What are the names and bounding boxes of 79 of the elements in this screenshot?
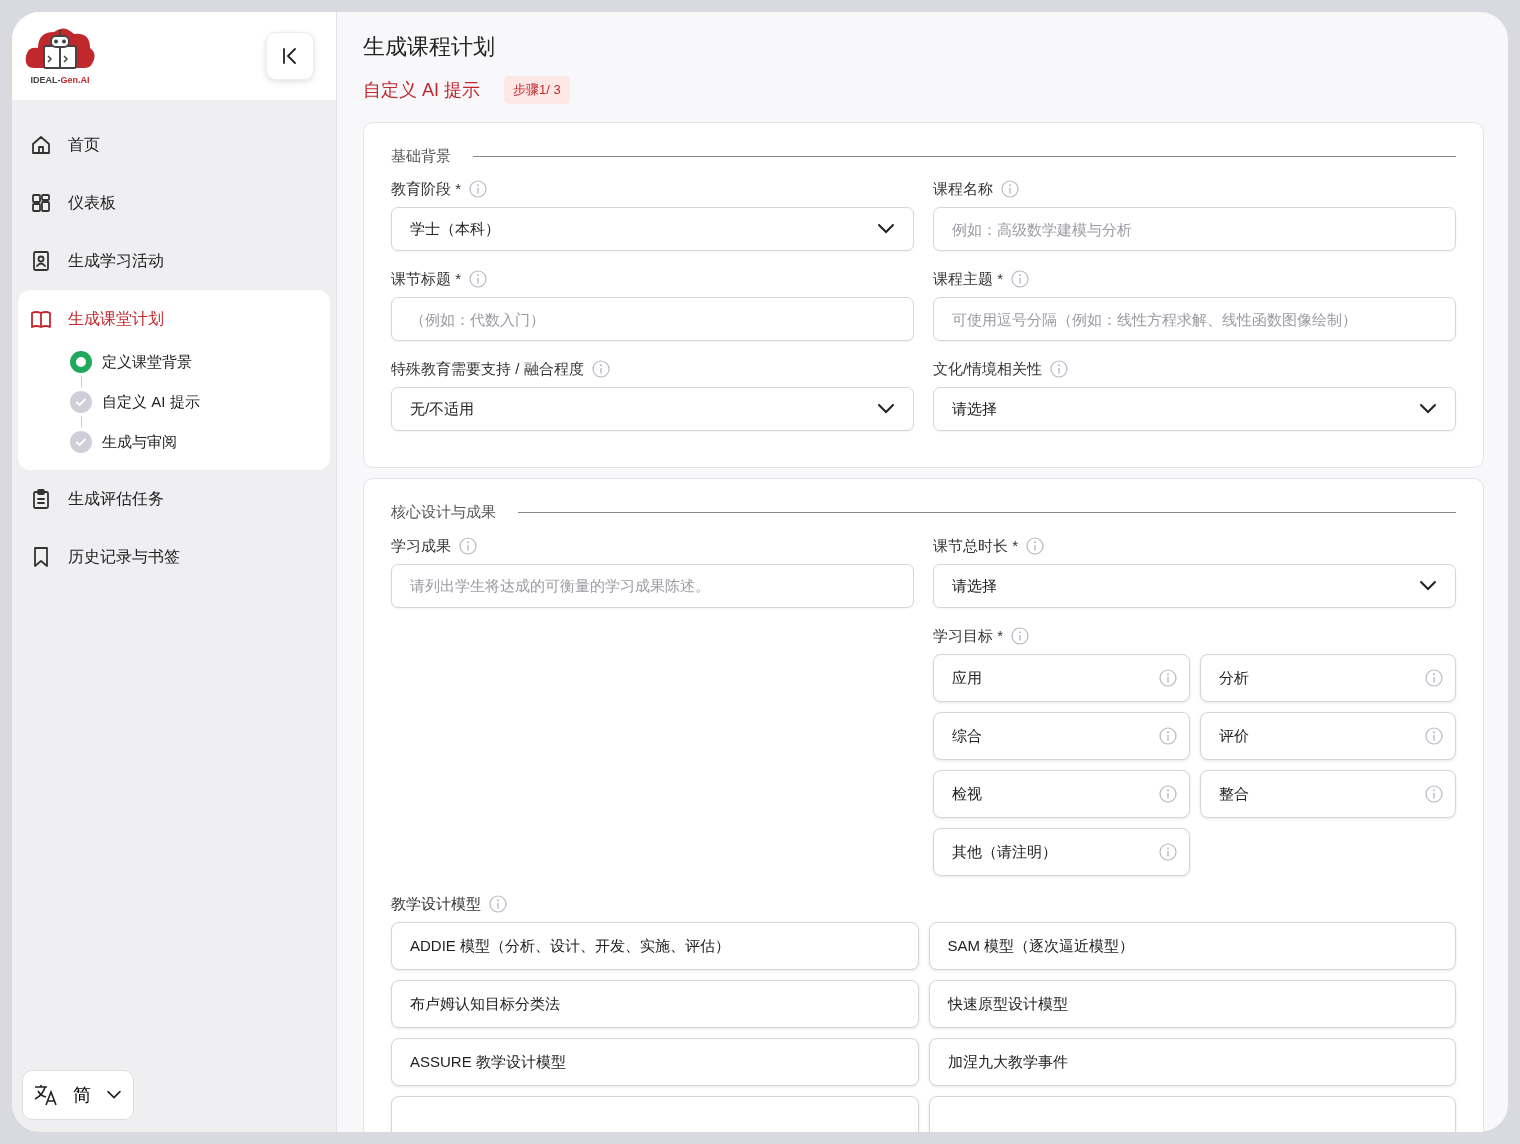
info-icon (1158, 726, 1177, 745)
option-button[interactable] (391, 1095, 919, 1132)
field-label: 教育阶段 * (391, 179, 461, 200)
option-button[interactable]: 其他（请注明） (933, 827, 1190, 876)
home-icon (30, 134, 52, 156)
select-field[interactable]: 请选择 (933, 387, 1456, 432)
option-button[interactable]: 分析 (1199, 653, 1456, 702)
info-icon (469, 270, 487, 289)
input-field[interactable]: 请列出学生将达成的可衡量的学习成果陈述。 (391, 563, 914, 608)
book-icon (30, 308, 52, 330)
collapse-button[interactable] (266, 32, 314, 80)
step-badge: 步骤1/ 3 (504, 76, 570, 104)
option-button[interactable]: 整合 (1199, 769, 1456, 818)
option-button[interactable]: 加涅九大教学事件 (928, 1037, 1456, 1086)
option-button[interactable]: 布卢姆认知目标分类法 (391, 979, 919, 1028)
input-field[interactable]: 可使用逗号分隔（例如：线性方程求解、线性函数图像绘制） (933, 297, 1456, 342)
select-field[interactable]: 请选择 (933, 563, 1456, 608)
info-icon (591, 360, 610, 379)
chevron-down-icon (877, 403, 895, 416)
chevron-down-icon (1419, 579, 1437, 592)
nav-item[interactable]: 生成评估任务 (12, 470, 336, 528)
field-label: 教学设计模型 (391, 893, 481, 914)
field-label: 课程主题 * (933, 269, 1003, 290)
collapse-icon (281, 47, 299, 65)
nav-item[interactable]: 生成学习活动 (12, 232, 336, 290)
grid-icon (30, 192, 52, 214)
option-button[interactable]: 应用 (933, 653, 1190, 702)
field-label: 特殊教育需要支持 / 融合程度 (391, 359, 584, 380)
option-button[interactable]: ADDIE 模型（分析、设计、开发、实施、评估） (391, 921, 919, 970)
field-label: 学习目标 * (933, 625, 1003, 646)
page-title: 生成课程计划 (363, 34, 496, 61)
option-button[interactable]: 检视 (933, 769, 1190, 818)
language-button[interactable]: 简 (22, 1070, 134, 1120)
step-item[interactable]: 自定义 AI 提示 (18, 388, 330, 416)
field-label: 课节总时长 * (933, 535, 1018, 556)
info-icon (1158, 668, 1177, 687)
option-button[interactable]: 综合 (933, 711, 1190, 760)
field-label: 文化/情境相关性 (933, 359, 1043, 380)
info-icon (1011, 270, 1029, 289)
option-button[interactable]: 快速原型设计模型 (928, 979, 1456, 1028)
translate-icon (33, 1083, 59, 1107)
info-icon (489, 894, 507, 913)
section-title: 基础背景 (391, 145, 451, 166)
clipboard-icon (30, 488, 52, 510)
option-button[interactable] (928, 1095, 1456, 1132)
info-icon (1425, 726, 1443, 745)
info-icon (1026, 536, 1044, 555)
info-icon (459, 536, 477, 555)
nav-item[interactable]: 首页 (12, 116, 336, 174)
info-icon (1425, 668, 1443, 687)
step-item[interactable]: 生成与审阅 (18, 428, 330, 456)
select-field[interactable]: 无/不适用 (391, 387, 914, 432)
option-button[interactable]: ASSURE 教学设计模型 (391, 1037, 919, 1086)
nav-item[interactable]: 生成课堂计划 (18, 290, 330, 348)
select-field[interactable]: 学士（本科） (391, 207, 914, 252)
input-field[interactable]: 例如：高级数学建模与分析 (933, 207, 1456, 252)
nav-item[interactable]: 仪表板 (12, 174, 336, 232)
section-title: 核心设计与成果 (391, 502, 496, 523)
logo-text: IDEAL-Gen.AI (29, 74, 91, 88)
chevron-down-icon (106, 1089, 122, 1101)
field-label: 课程名称 (933, 179, 993, 200)
info-icon (1158, 784, 1177, 803)
info-icon (469, 180, 487, 199)
field-label: 学习成果 (391, 535, 451, 556)
info-icon (1011, 626, 1029, 645)
option-button[interactable]: 评价 (1199, 711, 1456, 760)
input-field[interactable]: （例如：代数入门） (391, 297, 914, 342)
portrait-icon (30, 250, 52, 272)
field-label: 课节标题 * (391, 269, 461, 290)
info-icon (1158, 842, 1177, 861)
chevron-down-icon (1419, 403, 1437, 416)
chevron-down-icon (877, 223, 895, 236)
step-item[interactable]: 定义课堂背景 (18, 348, 330, 376)
subtitle: 自定义 AI 提示 (363, 78, 480, 102)
option-button[interactable]: SAM 模型（逐次逼近模型） (928, 921, 1456, 970)
info-icon (1425, 784, 1443, 803)
nav-item[interactable]: 历史记录与书签 (12, 528, 336, 586)
info-icon (1050, 360, 1069, 379)
info-icon (1001, 180, 1019, 199)
